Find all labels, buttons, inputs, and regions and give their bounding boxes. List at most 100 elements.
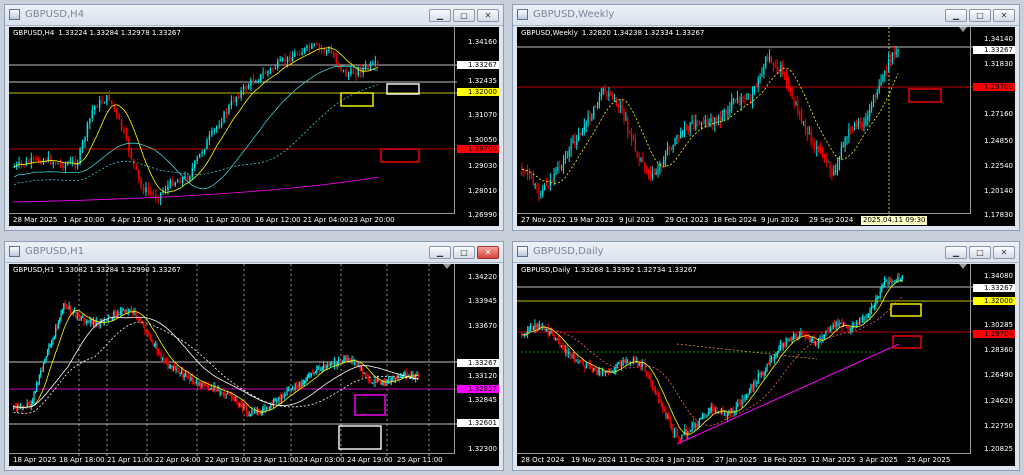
close-button[interactable]: ✕ [993, 9, 1015, 22]
candle-body [123, 129, 125, 132]
maximize-button[interactable]: □ [969, 246, 991, 259]
candle-body [763, 371, 765, 375]
candle-body [64, 164, 67, 169]
candle-body [682, 434, 684, 436]
date-label: 27 Jan 2025 [715, 456, 757, 464]
candle-body [740, 96, 742, 106]
candle-body [563, 348, 565, 352]
title-bar[interactable]: GBPUSD,Daily ▁ □ ✕ [513, 242, 1019, 263]
maximize-button[interactable]: □ [969, 9, 991, 22]
candle-body [602, 88, 604, 93]
candle-body [128, 138, 130, 152]
title-bar[interactable]: GBPUSD,H1 ▁ □ ✕ [5, 242, 503, 263]
date-label: 24 Apr 19:00 [347, 456, 393, 464]
window-title: GBPUSD,Weekly [533, 9, 615, 20]
minimize-button[interactable]: ▁ [945, 9, 967, 22]
candle-body [198, 383, 200, 385]
candle-body [247, 413, 249, 416]
candle-body [111, 100, 113, 104]
candle-body [52, 162, 54, 164]
candle-body [891, 52, 893, 63]
candle-body [175, 368, 177, 370]
candle-body [770, 56, 773, 64]
chart-window-daily[interactable]: GBPUSD,Daily ▁ □ ✕ GBPUSD,Daily 1.33268 1… [512, 241, 1020, 471]
maximize-button[interactable]: □ [453, 246, 475, 259]
candle-body [840, 147, 842, 158]
candle-body [702, 123, 704, 125]
candle-body [36, 384, 38, 392]
candle-body [898, 277, 900, 281]
title-bar[interactable]: GBPUSD,Weekly ▁ □ ✕ [513, 5, 1019, 26]
candle-body [345, 357, 348, 362]
candle-body [133, 312, 135, 314]
candle-body [309, 374, 311, 376]
title-bar[interactable]: GBPUSD,H4 ▁ □ ✕ [5, 5, 503, 26]
chart-window-weekly[interactable]: GBPUSD,Weekly ▁ □ ✕ GBPUSD,Weekly 1.32820… [512, 4, 1020, 231]
candle-body [763, 66, 765, 75]
candle-body [191, 168, 194, 177]
time-axis: 28 Mar 2025 1 Apr 20:00 4 Apr 12:00 9 Ap… [9, 213, 455, 226]
price-label: 1.22750 [984, 422, 1013, 430]
candle-body [694, 424, 696, 428]
price-label: 1.17830 [984, 211, 1013, 219]
candle-body [213, 386, 215, 391]
candle-body [196, 157, 198, 161]
candle-body [685, 128, 687, 131]
close-button[interactable]: ✕ [993, 246, 1015, 259]
candle-body [568, 352, 570, 354]
candle-body [126, 310, 128, 312]
symbol-info: GBPUSD,H1 1.33082 1.33284 1.32990 1.33267 [13, 266, 181, 274]
candle-body [581, 131, 584, 136]
minimize-button[interactable]: ▁ [945, 246, 967, 259]
candle-body [69, 305, 72, 313]
candle-body [64, 303, 66, 307]
candle-body [846, 137, 848, 139]
candle-body [84, 137, 86, 143]
candle-body [615, 97, 618, 106]
candle-body [678, 436, 680, 439]
candle-body [82, 317, 84, 319]
price-chart[interactable]: GBPUSD,H4 1.33224 1.33284 1.32978 1.33267… [9, 27, 499, 226]
candle-body [538, 186, 540, 196]
close-button[interactable]: ✕ [477, 246, 499, 259]
candle-body [29, 404, 31, 407]
price-chart[interactable]: GBPUSD,H1 1.33082 1.33284 1.32990 1.33267… [9, 264, 499, 466]
candle-body [708, 122, 710, 125]
candle-body [776, 65, 778, 71]
maximize-button[interactable]: □ [453, 9, 475, 22]
candle-body [599, 370, 601, 372]
candle-body [679, 438, 682, 440]
candle-body [826, 331, 828, 333]
chart-window-h4[interactable]: GBPUSD,H4 ▁ □ ✕ GBPUSD,H4 1.33224 1.33284… [4, 4, 504, 231]
candle-body [367, 376, 369, 380]
candle-body [673, 431, 676, 433]
price-chart[interactable]: GBPUSD,Weekly 1.32820 1.34238 1.32334 1.3… [517, 27, 1015, 226]
candle-body [145, 187, 147, 193]
candle-body [627, 118, 629, 133]
minimize-button[interactable]: ▁ [429, 246, 451, 259]
zone-box [890, 303, 922, 317]
candle-body [608, 92, 610, 97]
candle-body [207, 386, 210, 389]
candlestick-plot [9, 42, 457, 206]
candle-body [377, 61, 379, 63]
level-tag: 1.32000 [973, 297, 1015, 305]
candle-body [540, 193, 542, 196]
close-button[interactable]: ✕ [477, 9, 499, 22]
candle-body [328, 365, 330, 367]
candle-body [122, 309, 124, 311]
candle-body [709, 411, 711, 413]
candle-body [691, 423, 693, 431]
price-chart[interactable]: GBPUSD,Daily 1.33268 1.33392 1.32734 1.33… [517, 264, 1015, 466]
candle-body [765, 56, 767, 67]
minimize-button[interactable]: ▁ [429, 9, 451, 22]
candle-body [721, 116, 723, 121]
candle-body [105, 320, 107, 322]
candle-body [584, 366, 586, 368]
candle-body [125, 131, 128, 139]
chart-window-h1[interactable]: GBPUSD,H1 ▁ □ ✕ GBPUSD,H1 1.33082 1.33284… [4, 241, 504, 471]
candle-body [176, 180, 179, 183]
candle-body [208, 135, 211, 140]
candle-body [589, 115, 591, 120]
candle-body [298, 53, 301, 56]
